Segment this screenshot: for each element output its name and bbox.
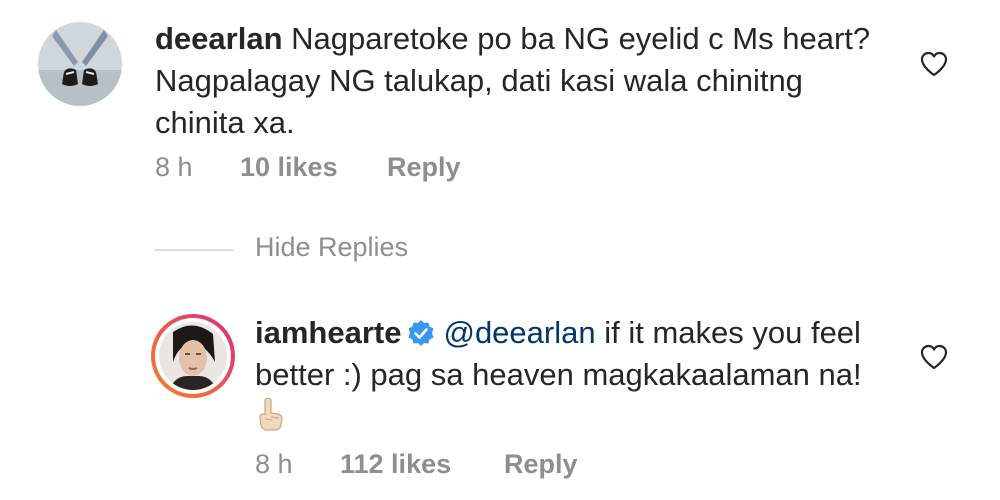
reply-button[interactable]: Reply (504, 449, 578, 480)
reply-username[interactable]: iamhearte (255, 315, 401, 350)
mention-link[interactable]: @deearlan (443, 315, 595, 350)
comment-meta: 8 h 10 likes Reply (155, 152, 555, 186)
reply-meta: 8 h 112 likes Reply (255, 449, 655, 483)
avatar (159, 322, 227, 390)
avatar-story-ring[interactable] (151, 314, 235, 398)
comment-likes[interactable]: 10 likes (240, 152, 338, 183)
comment-username[interactable]: deearlan (155, 21, 283, 56)
comment-time: 8 h (155, 152, 193, 182)
comment-item: deearlan Nagparetoke po ba NG eyelid c M… (0, 0, 1000, 200)
heart-outline-icon[interactable] (920, 344, 948, 370)
avatar[interactable] (38, 22, 122, 106)
reply-likes[interactable]: 112 likes (340, 449, 451, 480)
reply-button[interactable]: Reply (387, 152, 461, 183)
reply-item: iamhearte @deearlan if it makes you feel … (0, 300, 1000, 500)
heart-outline-icon[interactable] (920, 51, 948, 77)
index-pointing-up-emoji (259, 397, 283, 431)
hide-replies-label[interactable]: Hide Replies (255, 232, 408, 263)
divider-line (155, 249, 233, 251)
reply-time: 8 h (255, 449, 293, 479)
reply-text: iamhearte @deearlan if it makes you feel … (255, 312, 875, 438)
verified-badge-icon (408, 320, 434, 346)
comment-text: deearlan Nagparetoke po ba NG eyelid c M… (155, 18, 875, 144)
